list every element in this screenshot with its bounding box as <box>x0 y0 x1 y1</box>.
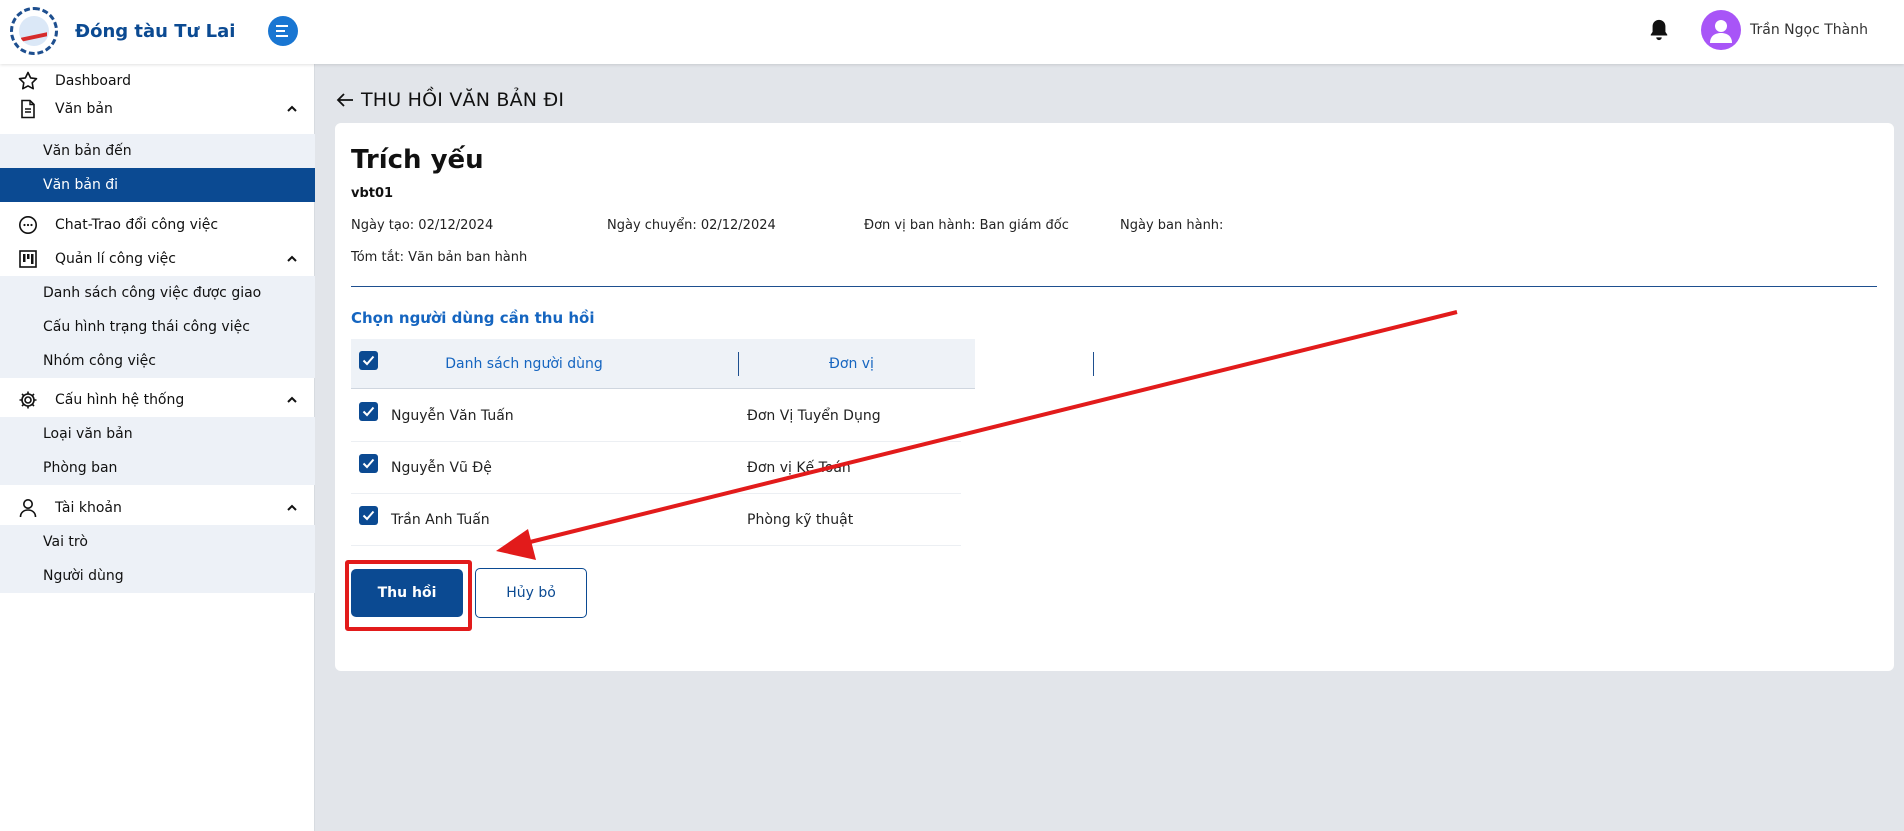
gear-icon <box>19 391 37 409</box>
page-header: THU HỒI VĂN BẢN ĐI <box>335 85 564 115</box>
document-summary: Tóm tắt: Văn bản ban hành <box>351 250 528 265</box>
table-row[interactable]: Trần Anh Tuấn Phòng kỹ thuật <box>351 494 961 546</box>
menu-icon <box>276 25 288 37</box>
row-checkbox[interactable] <box>359 402 378 421</box>
issue-date: Ngày ban hành: <box>1120 218 1224 233</box>
menu-toggle-button[interactable] <box>268 16 298 46</box>
chat-icon <box>19 216 37 234</box>
sidebar-item-label: Danh sách công việc được giao <box>43 285 262 301</box>
check-icon <box>362 355 375 366</box>
sidebar-item-label: Người dùng <box>43 568 124 584</box>
unit-cell: Đơn vị Kế Toán <box>747 460 851 476</box>
arrow-left-icon[interactable] <box>335 90 355 110</box>
unit-cell: Phòng kỹ thuật <box>747 512 854 528</box>
user-name-cell: Nguyễn Văn Tuấn <box>391 408 514 424</box>
chevron-up-icon <box>287 504 297 511</box>
table-row[interactable]: Nguyễn Văn Tuấn Đơn Vị Tuyển Dụng <box>351 390 961 442</box>
sidebar-item-cau-hinh-trang-thai[interactable]: Cấu hình trạng thái công việc <box>0 310 315 344</box>
table-header: Danh sách người dùng Đơn vị <box>351 339 1094 389</box>
user-name-cell: Nguyễn Vũ Đệ <box>391 460 492 476</box>
sidebar-item-label: Loại văn bản <box>43 426 133 442</box>
sidebar: Dashboard Văn bản Văn bản đến Văn bản đi… <box>0 64 315 831</box>
created-date: Ngày tạo: 02/12/2024 <box>351 218 494 233</box>
check-icon <box>362 406 375 417</box>
brand-name: Đóng tàu Tư Lai <box>75 20 236 42</box>
sidebar-item-chat[interactable]: Chat-Trao đổi công việc <box>0 208 315 242</box>
sidebar-item-label: Vai trò <box>43 534 88 550</box>
star-icon <box>18 71 38 90</box>
sidebar-item-nguoi-dung[interactable]: Người dùng <box>0 559 315 593</box>
table-row[interactable]: Nguyễn Vũ Đệ Đơn vị Kế Toán <box>351 442 961 494</box>
sidebar-item-label: Nhóm công việc <box>43 353 156 369</box>
top-header: Đóng tàu Tư Lai Trần Ngọc Thành <box>0 0 1904 64</box>
sidebar-item-van-ban-di[interactable]: Văn bản đi <box>0 168 315 202</box>
document-icon <box>21 99 35 119</box>
column-separator <box>1093 352 1094 376</box>
company-logo <box>10 7 58 55</box>
issuing-unit: Đơn vị ban hành: Ban giám đốc <box>864 218 1069 233</box>
user-avatar-icon <box>1710 20 1732 43</box>
sidebar-item-label: Dashboard <box>55 73 131 89</box>
unit-cell: Đơn Vị Tuyển Dụng <box>747 408 881 424</box>
sidebar-item-loai-van-ban[interactable]: Loại văn bản <box>0 417 315 451</box>
sidebar-group-tai-khoan[interactable]: Tài khoản <box>0 491 315 525</box>
recall-card: Trích yếu vbt01 Ngày tạo: 02/12/2024 Ngà… <box>335 123 1894 671</box>
sidebar-item-label: Văn bản đến <box>43 143 132 159</box>
user-menu[interactable]: Trần Ngọc Thành <box>1701 10 1868 50</box>
chevron-up-icon <box>287 105 297 112</box>
sidebar-item-danh-sach-cong-viec[interactable]: Danh sách công việc được giao <box>0 276 315 310</box>
chevron-up-icon <box>287 255 297 262</box>
select-all-checkbox[interactable] <box>359 351 378 370</box>
sidebar-item-label: Cấu hình hệ thống <box>55 392 185 408</box>
sidebar-item-label: Tài khoản <box>55 500 122 516</box>
sidebar-item-label: Phòng ban <box>43 460 118 476</box>
sidebar-item-label: Quản lí công việc <box>55 251 176 267</box>
sidebar-group-cau-hinh-he-thong[interactable]: Cấu hình hệ thống <box>0 383 315 417</box>
column-header-users: Danh sách người dùng <box>445 356 603 372</box>
sidebar-item-phong-ban[interactable]: Phòng ban <box>0 451 315 485</box>
user-name-cell: Trần Anh Tuấn <box>391 512 490 528</box>
check-icon <box>362 458 375 469</box>
row-checkbox[interactable] <box>359 506 378 525</box>
row-checkbox[interactable] <box>359 454 378 473</box>
sidebar-item-label: Văn bản <box>55 101 113 117</box>
sidebar-item-label: Cấu hình trạng thái công việc <box>43 319 250 335</box>
check-icon <box>362 510 375 521</box>
sidebar-item-label: Văn bản đi <box>43 177 119 193</box>
avatar <box>1701 10 1741 50</box>
sidebar-item-label: Chat-Trao đổi công việc <box>55 217 219 233</box>
user-icon <box>19 499 37 518</box>
column-header-unit: Đơn vị <box>829 356 874 372</box>
sidebar-item-nhom-cong-viec[interactable]: Nhóm công việc <box>0 344 315 378</box>
section-title: Chọn người dùng cần thu hồi <box>351 309 595 327</box>
sidebar-item-vai-tro[interactable]: Vai trò <box>0 525 315 559</box>
document-code: vbt01 <box>351 186 394 201</box>
sidebar-group-van-ban[interactable]: Văn bản <box>0 92 315 126</box>
recall-button[interactable]: Thu hồi <box>351 569 463 617</box>
sidebar-group-quan-li-cong-viec[interactable]: Quản lí công việc <box>0 242 315 276</box>
divider <box>351 286 1877 287</box>
document-heading: Trích yếu <box>351 145 484 175</box>
notification-bell-icon[interactable] <box>1648 18 1670 42</box>
kanban-icon <box>19 250 37 268</box>
cancel-button[interactable]: Hủy bỏ <box>475 568 587 618</box>
chevron-up-icon <box>287 396 297 403</box>
transfer-date: Ngày chuyển: 02/12/2024 <box>607 218 776 233</box>
brand[interactable]: Đóng tàu Tư Lai <box>10 5 235 57</box>
page-title: THU HỒI VĂN BẢN ĐI <box>361 89 565 111</box>
user-name: Trần Ngọc Thành <box>1750 22 1868 38</box>
sidebar-item-van-ban-den[interactable]: Văn bản đến <box>0 134 315 168</box>
